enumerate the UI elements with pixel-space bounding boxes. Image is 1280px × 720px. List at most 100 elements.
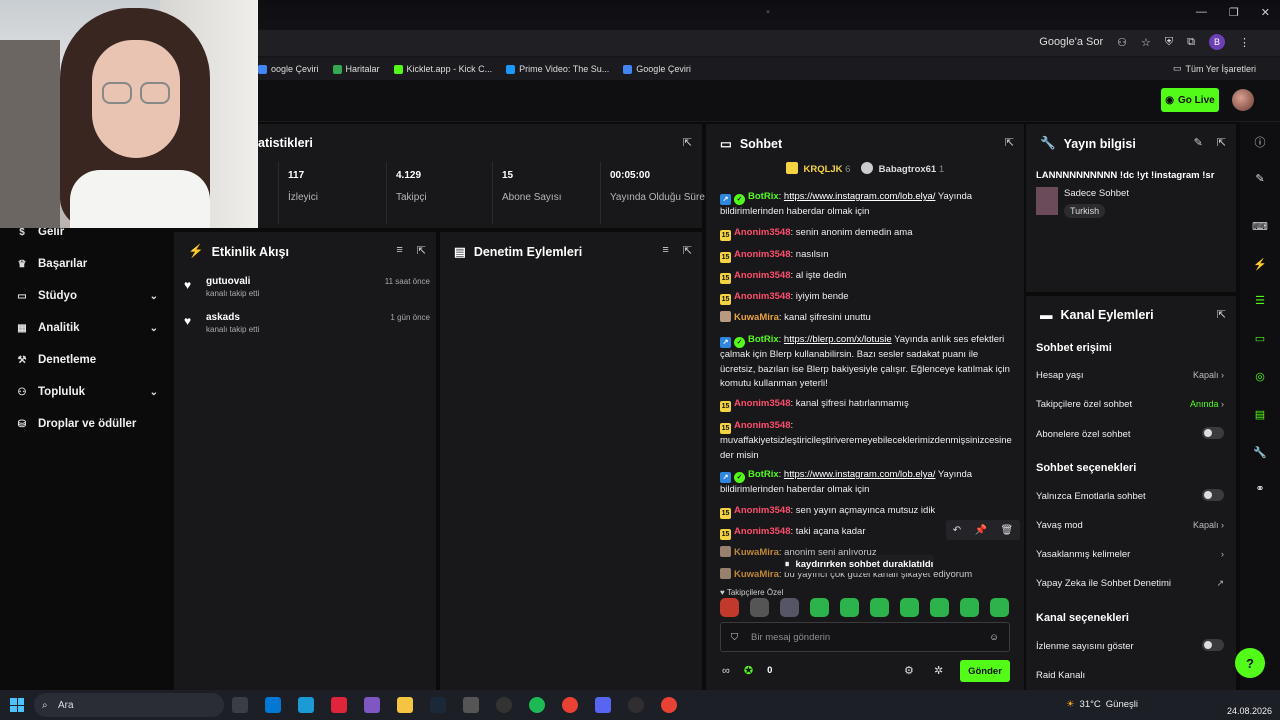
sidebar-item-1[interactable]: ♛ Başarılar [16, 258, 158, 270]
category-name[interactable]: Sadece Sohbet [1064, 188, 1129, 199]
minimize-icon[interactable]: — [1196, 6, 1207, 19]
address-bar[interactable]: Google'a Sor ⚇ ☆ ⛨ ⧉ B ⋮ [258, 30, 1280, 56]
trash-icon[interactable]: 🗑 [1001, 525, 1014, 536]
chat-username[interactable]: KuwaMira [734, 312, 779, 323]
incognito-icon[interactable]: ⚇ [1117, 36, 1127, 49]
emote-icon[interactable] [990, 598, 1009, 617]
chat-username[interactable]: Anonim3548 [734, 526, 791, 537]
steam-icon[interactable] [430, 697, 446, 713]
extensions-icon[interactable]: ⧉ [1187, 36, 1195, 49]
chat-username[interactable]: Anonim3548 [734, 249, 791, 260]
google-ask-button[interactable]: Google'a Sor [1039, 36, 1103, 48]
followers-only-row[interactable]: Takipçilere özel sohbet Anında › [1036, 399, 1224, 410]
help-button[interactable]: ? [1235, 648, 1265, 678]
chat-paused-banner[interactable]: ⏸ kaydırırken sohbet duraklatıldı [784, 555, 934, 573]
chat-username[interactable]: KuwaMira [734, 547, 779, 558]
chatgpt-icon[interactable] [496, 697, 512, 713]
sidebar-item-3[interactable]: ▦ Analitik ⌄ [16, 322, 158, 334]
pin-icon[interactable]: 📌 [975, 525, 987, 536]
infinity-icon[interactable]: ∞ [722, 665, 730, 677]
emote-icon[interactable] [810, 598, 829, 617]
weather-widget[interactable]: ☀ 31°C Güneşli [1066, 699, 1138, 710]
menu-icon[interactable]: ⋮ [1239, 36, 1250, 49]
chat-username[interactable]: Anonim3548 [734, 291, 791, 302]
store-icon[interactable] [265, 697, 281, 713]
sidebar-item-5[interactable]: ⚇ Topluluk ⌄ [16, 386, 158, 398]
edit-icon[interactable]: ✎ [1252, 170, 1268, 186]
viewcount-toggle[interactable] [1202, 639, 1224, 651]
popout-icon[interactable]: ⇱ [683, 244, 692, 257]
filter-icon[interactable]: ≡ [662, 244, 668, 257]
chat-username[interactable]: Anonim3548 [734, 270, 791, 281]
chat-link[interactable]: https://blerp.com/x/lotusie [784, 334, 892, 345]
emote-icon[interactable] [750, 598, 769, 617]
chat-link[interactable]: https://www.instagram.com/lob.elya/ [784, 469, 936, 480]
maximize-icon[interactable]: ❐ [1229, 6, 1239, 19]
chrome-icon[interactable] [661, 697, 677, 713]
star-icon[interactable]: ☆ [1141, 36, 1151, 49]
edit-icon[interactable]: ✎ [1194, 136, 1203, 149]
keyboard-icon[interactable]: ⌨ [1252, 218, 1268, 234]
bookmark-item[interactable]: Kicklet.app - Kick C... [393, 64, 492, 74]
windows-start-icon[interactable] [10, 698, 24, 712]
popout-icon[interactable]: ⇱ [417, 244, 426, 257]
subs-only-toggle[interactable] [1202, 427, 1224, 439]
chatter-name[interactable]: Babagtrox61 [879, 164, 937, 175]
share-icon[interactable]: ⚭ [1252, 480, 1268, 496]
explorer-icon[interactable] [397, 697, 413, 713]
emote-only-toggle[interactable] [1202, 489, 1224, 501]
discord-icon[interactable] [595, 697, 611, 713]
bookmark-item[interactable]: Haritalar [332, 64, 380, 74]
bot-icon[interactable]: ✲ [934, 664, 943, 677]
avatar[interactable] [1232, 89, 1254, 111]
emote-icon[interactable] [900, 598, 919, 617]
popout-icon[interactable]: ⇱ [1217, 136, 1226, 149]
slow-mode-row[interactable]: Yavaş mod Kapalı › [1036, 520, 1224, 531]
wrench-icon[interactable]: 🔧 [1252, 444, 1268, 460]
obs-icon[interactable] [628, 697, 644, 713]
emote-icon[interactable] [840, 598, 859, 617]
chat-username[interactable]: Anonim3548 [734, 398, 791, 409]
list-icon[interactable]: ☰ [1252, 292, 1268, 308]
emote-icon[interactable] [780, 598, 799, 617]
points-icon[interactable]: ✪ [744, 664, 753, 677]
chat-link[interactable]: https://www.instagram.com/lob.elya/ [784, 191, 936, 202]
chat-username[interactable]: BotRix [748, 191, 779, 202]
sidebar-item-2[interactable]: ▭ Stüdyo ⌄ [16, 290, 158, 302]
ai-moderation-row[interactable]: Yapay Zeka ile Sohbet Denetimi ↗ [1036, 578, 1224, 589]
raid-row[interactable]: Raid Kanalı [1036, 670, 1224, 681]
chrome-icon[interactable] [562, 697, 578, 713]
gear-icon[interactable]: ⚙ [904, 664, 914, 677]
sidebar-item-6[interactable]: ⛁ Droplar ve ödüller [16, 418, 158, 430]
account-age-row[interactable]: Hesap yaşı Kapalı › [1036, 370, 1224, 381]
spotify-icon[interactable] [529, 697, 545, 713]
chat-username[interactable]: BotRix [748, 469, 779, 480]
emote-icon[interactable] [930, 598, 949, 617]
lightning-icon[interactable]: ⚡ [1252, 256, 1268, 272]
bookmark-item[interactable]: Prime Video: The Su... [506, 64, 609, 74]
info-icon[interactable]: ⓘ [1252, 134, 1268, 150]
chat-username[interactable]: Anonim3548 [734, 420, 791, 431]
banned-words-row[interactable]: Yasaklanmış kelimeler › [1036, 549, 1224, 560]
chat-username[interactable]: Anonim3548 [734, 227, 791, 238]
system-tray[interactable]: 24.08.2026 [1227, 694, 1272, 717]
emote-icon[interactable] [960, 598, 979, 617]
profile-avatar[interactable]: B [1209, 34, 1225, 50]
taskbar-search[interactable]: ⌕ Ara [34, 693, 224, 717]
close-icon[interactable]: ✕ [1261, 6, 1270, 19]
copilot-icon[interactable] [364, 697, 380, 713]
chatter-name[interactable]: KRQLJK [803, 164, 842, 175]
broadcast-icon[interactable]: ◎ [1252, 368, 1268, 384]
popout-icon[interactable]: ⇱ [1005, 136, 1014, 149]
emoji-icon[interactable]: ☺ [989, 632, 999, 643]
chat-input[interactable]: ⛉ Bir mesaj gönderin ☺ [720, 622, 1010, 652]
reply-icon[interactable]: ↶ [953, 525, 961, 536]
bookmark-item[interactable]: Google Çeviri [623, 64, 691, 74]
chat-username[interactable]: BotRix [748, 334, 779, 345]
popout-icon[interactable]: ⇱ [683, 136, 692, 149]
sidebar-item-4[interactable]: ⚒ Denetleme [16, 354, 158, 366]
emote-icon[interactable] [870, 598, 889, 617]
popout-icon[interactable]: ⇱ [1217, 308, 1226, 321]
chat-username[interactable]: Anonim3548 [734, 505, 791, 516]
opera-icon[interactable] [331, 697, 347, 713]
